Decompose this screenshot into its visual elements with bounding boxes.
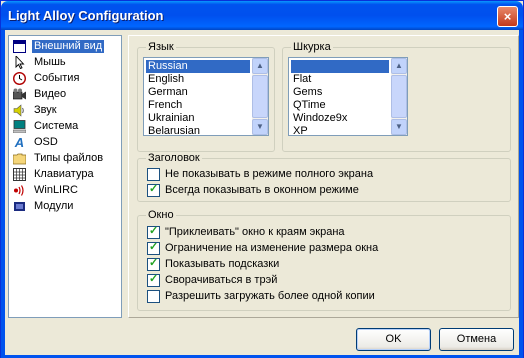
window-frame-right	[519, 30, 523, 355]
scroll-down-button[interactable]: ▼	[252, 119, 268, 135]
category-label: Внешний вид	[32, 40, 105, 53]
skin-listbox[interactable]: Flat Gems QTime Windoze9x XP ▲ ▼	[288, 57, 408, 136]
window-title: Light Alloy Configuration	[8, 8, 164, 23]
category-label: События	[34, 72, 80, 84]
category-item-mouse[interactable]: Мышь	[11, 54, 119, 70]
language-scrollbar[interactable]: ▲ ▼	[252, 58, 268, 135]
checkbox-box[interactable]: ✓	[147, 225, 160, 239]
language-option[interactable]: German	[146, 86, 250, 99]
category-item-winlirc[interactable]: WinLIRC	[11, 183, 119, 198]
module-icon	[13, 200, 26, 213]
category-item-osd[interactable]: A OSD	[11, 135, 119, 150]
category-label: Типы файлов	[34, 152, 104, 164]
checkbox-label: Всегда показывать в оконном режиме	[165, 184, 359, 196]
skin-option[interactable]	[291, 60, 389, 73]
header-group: Заголовок Не показывать в режиме полного…	[137, 152, 511, 202]
skin-legend: Шкурка	[291, 41, 333, 54]
speaker-icon	[13, 104, 26, 117]
folder-icon	[12, 152, 27, 165]
skin-option[interactable]: Windoze9x	[291, 112, 395, 125]
ok-button[interactable]: OK	[356, 328, 431, 351]
check-mark-icon: ✓	[149, 225, 159, 237]
skin-option[interactable]: Flat	[291, 73, 395, 86]
checkbox-label: Показывать подсказки	[165, 258, 280, 270]
category-label: Клавиатура	[34, 168, 94, 180]
category-list[interactable]: Внешний вид Мышь События Видео Звук Сист…	[8, 35, 122, 318]
checkbox-label: Не показывать в режиме полного экрана	[165, 168, 374, 180]
osd-letter-icon: A	[14, 135, 25, 150]
scroll-up-button[interactable]: ▲	[391, 58, 407, 74]
scroll-thumb[interactable]	[252, 75, 268, 118]
category-item-keyboard[interactable]: Клавиатура	[11, 167, 119, 182]
computer-icon	[12, 120, 27, 134]
checkbox-label: Сворачиваться в трэй	[165, 274, 278, 286]
category-label: Модули	[34, 200, 74, 212]
language-legend: Язык	[146, 41, 176, 54]
category-item-sound[interactable]: Звук	[11, 103, 119, 118]
skin-option[interactable]: Gems	[291, 86, 395, 99]
check-mark-icon: ✓	[149, 273, 159, 285]
category-item-appearance[interactable]: Внешний вид	[11, 39, 119, 54]
category-item-video[interactable]: Видео	[11, 87, 119, 102]
checkbox-box[interactable]	[147, 168, 160, 181]
keyboard-icon	[13, 168, 26, 181]
checkbox-label: Разрешить загружать более одной копии	[165, 290, 375, 302]
skin-option[interactable]: QTime	[291, 99, 395, 112]
window-icon	[13, 40, 26, 53]
window-legend: Окно	[146, 209, 176, 222]
language-listbox[interactable]: Russian English German French Ukrainian …	[143, 57, 269, 136]
checkbox-box[interactable]	[147, 290, 160, 303]
skin-group: Шкурка Flat Gems QTime Windoze9x XP ▲ ▼	[282, 41, 511, 152]
config-window: Light Alloy Configuration × Внешний вид …	[0, 0, 524, 358]
mouse-cursor-icon	[13, 54, 26, 70]
window-group: Окно ✓ "Приклеивать" окно к краям экрана…	[137, 209, 511, 311]
window-frame-left	[1, 30, 5, 355]
category-label: Мышь	[34, 56, 66, 68]
category-item-events[interactable]: События	[11, 71, 119, 86]
cancel-button[interactable]: Отмена	[439, 328, 514, 351]
category-item-modules[interactable]: Модули	[11, 199, 119, 214]
category-label: Звук	[34, 104, 57, 116]
remote-signal-icon	[13, 184, 26, 197]
checkbox-box[interactable]: ✓	[147, 273, 160, 287]
category-label: Система	[34, 120, 79, 132]
skin-option[interactable]: XP	[291, 125, 395, 135]
header-legend: Заголовок	[146, 152, 202, 165]
language-option[interactable]: Russian	[146, 60, 250, 73]
scroll-thumb[interactable]	[391, 75, 407, 118]
video-camera-icon	[12, 88, 26, 101]
check-mark-icon: ✓	[149, 257, 159, 269]
checkbox-box[interactable]: ✓	[147, 241, 160, 255]
appearance-panel: Язык Russian English German French Ukrai…	[128, 35, 519, 318]
category-label: WinLIRC	[34, 184, 79, 196]
language-option[interactable]: English	[146, 73, 250, 86]
category-item-file-types[interactable]: Типы файлов	[11, 151, 119, 166]
language-group: Язык Russian English German French Ukrai…	[137, 41, 275, 152]
close-button[interactable]: ×	[497, 6, 518, 27]
check-mark-icon: ✓	[149, 241, 159, 253]
category-label: Видео	[34, 88, 67, 100]
scroll-up-button[interactable]: ▲	[252, 58, 268, 74]
category-label: OSD	[34, 136, 58, 148]
checkbox-box[interactable]: ✓	[147, 257, 160, 271]
checkbox-label: Ограничение на изменение размера окна	[165, 242, 379, 254]
clock-icon	[12, 71, 27, 86]
check-mark-icon: ✓	[149, 183, 159, 195]
language-option[interactable]: French	[146, 99, 250, 112]
scroll-down-button[interactable]: ▼	[391, 119, 407, 135]
title-bar[interactable]: Light Alloy Configuration ×	[1, 1, 523, 30]
checkbox-label: "Приклеивать" окно к краям экрана	[165, 226, 345, 238]
category-item-system[interactable]: Система	[11, 119, 119, 134]
language-option[interactable]: Ukrainian	[146, 112, 250, 125]
language-option[interactable]: Belarusian	[146, 125, 250, 135]
checkbox-box[interactable]: ✓	[147, 183, 160, 197]
skin-scrollbar[interactable]: ▲ ▼	[391, 58, 407, 135]
